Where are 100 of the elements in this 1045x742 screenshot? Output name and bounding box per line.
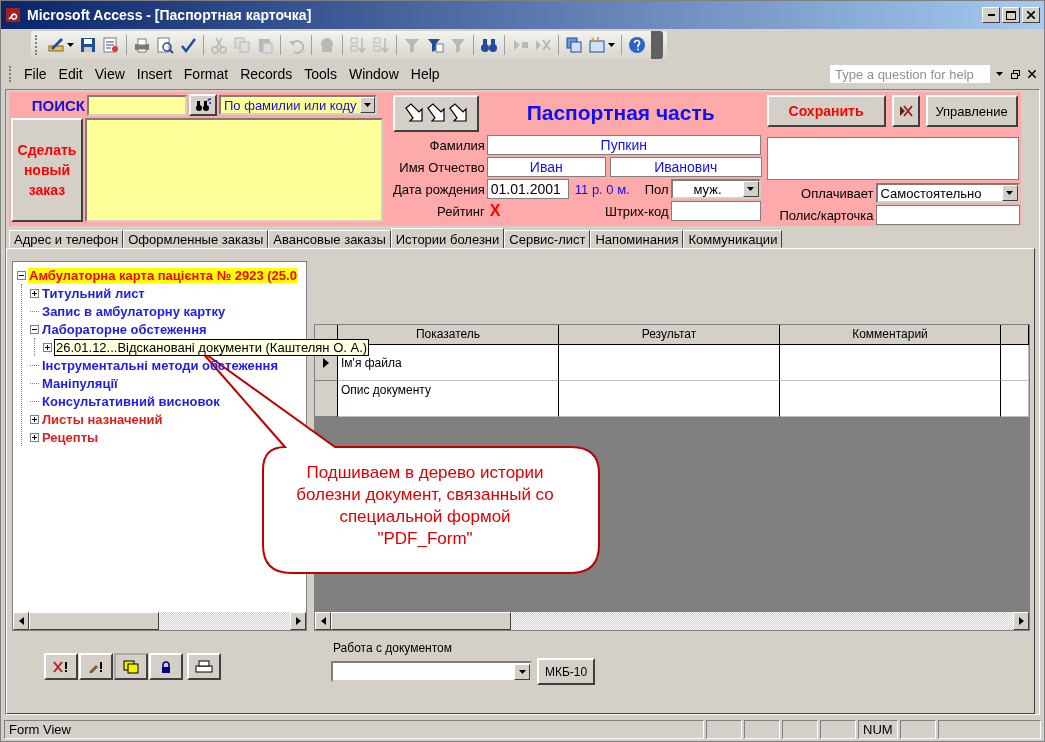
surname-field[interactable]: Пупкин (486, 135, 761, 155)
status-panel (900, 719, 936, 739)
dropdown-arrow-button[interactable] (742, 181, 759, 197)
tree-item[interactable]: Амбулаторна карта пацієнта № 2923 (25.0 (29, 267, 297, 283)
dropdown-arrow-button[interactable] (359, 97, 375, 113)
expand-icon[interactable] (30, 414, 39, 424)
menu-item[interactable]: Help (404, 66, 446, 82)
barcode-field[interactable] (670, 201, 761, 221)
dropdown-arrow-icon (363, 103, 371, 107)
payer-combo[interactable]: Самостоятельно (875, 183, 1020, 203)
column-header[interactable]: Комментарий (780, 325, 1001, 345)
dropdown-arrow-button[interactable] (514, 663, 530, 680)
tab[interactable]: Авансовые заказы (268, 230, 391, 248)
tab[interactable]: Сервис-лист (504, 230, 591, 248)
tree-item[interactable]: Рецепты (42, 429, 99, 445)
menu-item[interactable]: View (88, 66, 131, 82)
tab[interactable]: Оформленные заказы (123, 230, 269, 248)
document-combo[interactable] (331, 661, 532, 682)
expand-icon[interactable] (30, 432, 39, 442)
dropdown-arrow-icon[interactable] (996, 72, 1003, 76)
table-cell: Опис документу (338, 381, 559, 417)
tree-item[interactable]: Запис в амбулаторну картку (42, 303, 226, 319)
scroll-right-button[interactable] (1013, 612, 1029, 630)
scroll-left-button[interactable] (13, 612, 29, 630)
minimize-icon (987, 14, 995, 16)
field-label: Фамилия (428, 137, 485, 153)
status-panel (744, 719, 780, 739)
tab[interactable]: Напоминания (590, 230, 684, 248)
manage-button[interactable]: Управление (925, 95, 1018, 127)
tree-item[interactable]: 26.01.12...Відскановані документи (Каштелян О. А.) (56, 339, 368, 355)
tree-item[interactable]: Консультативний висновок (42, 393, 220, 409)
minimize-button[interactable] (982, 7, 1000, 23)
collapse-icon[interactable] (17, 270, 26, 280)
edit-icon[interactable] (79, 653, 113, 680)
field-label: Дата рождения (392, 181, 485, 197)
birth-date-field[interactable]: 01.01.2001 (486, 179, 569, 199)
find-button[interactable] (189, 94, 217, 116)
status-panel (782, 719, 818, 739)
close-icon (1027, 11, 1035, 19)
right-arrow-icon (295, 617, 301, 625)
menu-item[interactable]: Edit (52, 66, 89, 82)
search-results-box[interactable] (85, 118, 383, 222)
first-name-field[interactable]: Иван (486, 157, 606, 177)
scroll-left-button[interactable] (315, 612, 331, 630)
scroll-thumb[interactable] (29, 612, 159, 630)
rating-value: X (489, 202, 501, 220)
dropdown-arrow-icon (747, 187, 755, 191)
windows-icon[interactable] (114, 653, 148, 680)
help-search-field[interactable]: Type a question for help (830, 65, 990, 83)
field-label: Полис/карточка (778, 207, 874, 223)
patronymic-field[interactable]: Иванович (609, 157, 762, 177)
key-icon (5, 7, 21, 23)
menu-item[interactable]: Window (342, 66, 405, 82)
close-icon[interactable] (1028, 70, 1036, 78)
menu-item[interactable]: File (18, 66, 53, 82)
scroll-thumb[interactable] (331, 612, 511, 630)
dropdown-arrow-button[interactable] (1001, 185, 1018, 201)
field-label: Штрих-код (604, 203, 669, 219)
column-header[interactable]: Результат (559, 325, 780, 345)
row-selector[interactable] (315, 381, 338, 417)
field-label: Работа с документом (332, 641, 454, 655)
field-label: Пол (644, 181, 669, 197)
tree-item[interactable]: Титульний лист (42, 285, 145, 301)
notes-field[interactable] (766, 137, 1019, 180)
horizontal-scrollbar[interactable] (13, 612, 306, 630)
cross-icon (898, 105, 913, 117)
tree-item[interactable]: Маніпуляції (42, 375, 118, 391)
search-label: ПОИСК (30, 96, 85, 114)
status-panel (820, 719, 856, 739)
policy-field[interactable] (875, 205, 1020, 225)
restore-icon[interactable] (1011, 69, 1020, 79)
horizontal-scrollbar[interactable] (315, 612, 1029, 630)
num-lock-indicator: NUM (858, 719, 898, 739)
scroll-right-button[interactable] (290, 612, 306, 630)
close-button[interactable] (1022, 7, 1040, 23)
lock-icon[interactable] (149, 653, 183, 680)
menu-item[interactable]: Tools (298, 66, 343, 82)
collapse-icon[interactable] (30, 324, 39, 334)
delete-icon[interactable] (44, 653, 78, 680)
print-icon[interactable] (187, 653, 221, 680)
expand-icon[interactable] (30, 288, 39, 298)
expand-icon[interactable] (43, 342, 52, 352)
menu-item[interactable]: Format (177, 66, 235, 82)
tree-item[interactable]: Листы назначений (42, 411, 163, 427)
menu-item[interactable]: Insert (130, 66, 178, 82)
maximize-icon (1006, 10, 1016, 20)
dropdown-arrow-icon (1006, 191, 1014, 195)
tab[interactable]: Адрес и телефон (9, 230, 124, 248)
search-mode-combo[interactable]: По фамилии или коду (219, 95, 377, 115)
field-label: Рейтинг (436, 203, 485, 219)
tab[interactable]: Коммуникации (683, 230, 783, 248)
menu-item[interactable]: Records (234, 66, 299, 82)
mkb-button[interactable]: МКБ-10 (537, 658, 595, 685)
arrows-button[interactable] (392, 94, 479, 132)
search-field[interactable] (87, 94, 187, 116)
maximize-button[interactable] (1002, 7, 1020, 23)
tree-item[interactable]: Лабораторне обстеження (42, 321, 207, 337)
cancel-button[interactable] (891, 95, 920, 127)
binoculars-icon (195, 98, 211, 112)
sex-combo[interactable]: муж. (670, 179, 761, 199)
